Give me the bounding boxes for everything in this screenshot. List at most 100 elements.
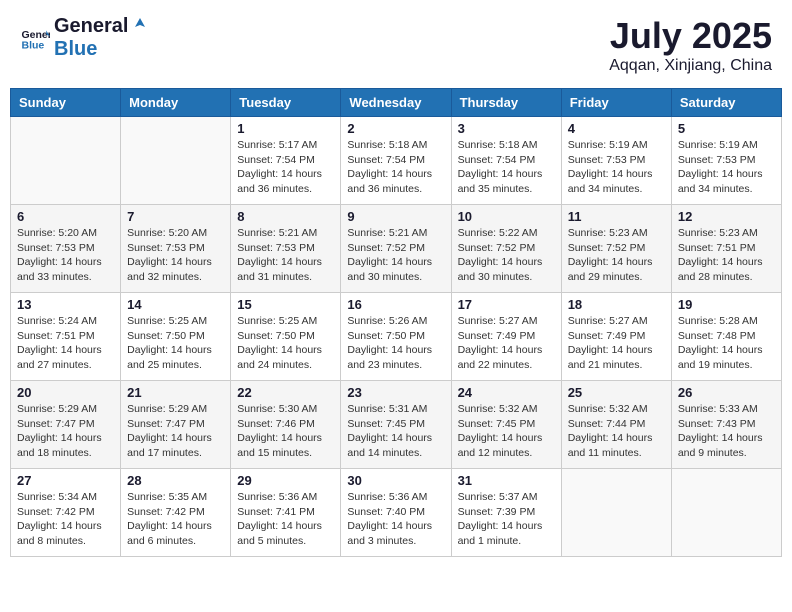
calendar-cell: 6 Sunrise: 5:20 AMSunset: 7:53 PMDaylight…	[11, 205, 121, 293]
cell-info: Sunrise: 5:28 AMSunset: 7:48 PMDaylight:…	[678, 314, 775, 373]
calendar-cell: 23 Sunrise: 5:31 AMSunset: 7:45 PMDayligh…	[341, 381, 451, 469]
calendar-cell: 14 Sunrise: 5:25 AMSunset: 7:50 PMDayligh…	[121, 293, 231, 381]
day-number: 13	[17, 297, 114, 312]
calendar-cell: 17 Sunrise: 5:27 AMSunset: 7:49 PMDayligh…	[451, 293, 561, 381]
cell-info: Sunrise: 5:18 AMSunset: 7:54 PMDaylight:…	[458, 138, 555, 197]
calendar-week-row: 1Sunrise: 5:17 AMSunset: 7:54 PMDaylight…	[11, 117, 782, 205]
cell-info: Sunrise: 5:29 AMSunset: 7:47 PMDaylight:…	[127, 402, 224, 461]
cell-info: Sunrise: 5:27 AMSunset: 7:49 PMDaylight:…	[458, 314, 555, 373]
calendar-cell: 28 Sunrise: 5:35 AMSunset: 7:42 PMDayligh…	[121, 469, 231, 557]
cell-info: Sunrise: 5:21 AMSunset: 7:52 PMDaylight:…	[347, 226, 444, 285]
day-number: 14	[127, 297, 224, 312]
cell-info: Sunrise: 5:36 AMSunset: 7:40 PMDaylight:…	[347, 490, 444, 549]
title-section: July 2025 Aqqan, Xinjiang, China	[609, 15, 772, 75]
weekday-header-row: SundayMondayTuesdayWednesdayThursdayFrid…	[11, 89, 782, 117]
svg-text:Blue: Blue	[22, 40, 45, 52]
day-number: 19	[678, 297, 775, 312]
calendar-cell: 27 Sunrise: 5:34 AMSunset: 7:42 PMDayligh…	[11, 469, 121, 557]
calendar-week-row: 6 Sunrise: 5:20 AMSunset: 7:53 PMDaylight…	[11, 205, 782, 293]
calendar-cell	[11, 117, 121, 205]
cell-info: Sunrise: 5:31 AMSunset: 7:45 PMDaylight:…	[347, 402, 444, 461]
month-year-title: July 2025	[609, 15, 772, 57]
logo: General Blue General Blue	[20, 15, 152, 61]
day-number: 27	[17, 473, 114, 488]
cell-info: Sunrise: 5:19 AMSunset: 7:53 PMDaylight:…	[678, 138, 775, 197]
day-number: 21	[127, 385, 224, 400]
day-number: 26	[678, 385, 775, 400]
page-header: General Blue General Blue July 2025 Aqqa…	[10, 10, 782, 80]
cell-info: Sunrise: 5:29 AMSunset: 7:47 PMDaylight:…	[17, 402, 114, 461]
day-number: 4	[568, 121, 665, 136]
calendar-week-row: 13 Sunrise: 5:24 AMSunset: 7:51 PMDayligh…	[11, 293, 782, 381]
calendar-cell: 26 Sunrise: 5:33 AMSunset: 7:43 PMDayligh…	[671, 381, 781, 469]
day-number: 18	[568, 297, 665, 312]
day-number: 28	[127, 473, 224, 488]
calendar-cell	[671, 469, 781, 557]
cell-info: Sunrise: 5:23 AMSunset: 7:51 PMDaylight:…	[678, 226, 775, 285]
calendar-cell: 12 Sunrise: 5:23 AMSunset: 7:51 PMDayligh…	[671, 205, 781, 293]
calendar-cell: 15Sunrise: 5:25 AMSunset: 7:50 PMDayligh…	[231, 293, 341, 381]
cell-info: Sunrise: 5:22 AMSunset: 7:52 PMDaylight:…	[458, 226, 555, 285]
location-subtitle: Aqqan, Xinjiang, China	[609, 57, 772, 75]
day-number: 23	[347, 385, 444, 400]
calendar-cell: 16 Sunrise: 5:26 AMSunset: 7:50 PMDayligh…	[341, 293, 451, 381]
day-number: 2	[347, 121, 444, 136]
calendar-cell: 22 Sunrise: 5:30 AMSunset: 7:46 PMDayligh…	[231, 381, 341, 469]
cell-info: Sunrise: 5:33 AMSunset: 7:43 PMDaylight:…	[678, 402, 775, 461]
day-number: 8	[237, 209, 334, 224]
weekday-header: Wednesday	[341, 89, 451, 117]
cell-info: Sunrise: 5:25 AMSunset: 7:50 PMDaylight:…	[127, 314, 224, 373]
calendar-cell: 7Sunrise: 5:20 AMSunset: 7:53 PMDaylight…	[121, 205, 231, 293]
weekday-header: Friday	[561, 89, 671, 117]
weekday-header: Sunday	[11, 89, 121, 117]
day-number: 12	[678, 209, 775, 224]
calendar-cell: 31 Sunrise: 5:37 AMSunset: 7:39 PMDayligh…	[451, 469, 561, 557]
calendar-cell: 20 Sunrise: 5:29 AMSunset: 7:47 PMDayligh…	[11, 381, 121, 469]
logo-icon: General Blue	[20, 23, 50, 53]
cell-info: Sunrise: 5:27 AMSunset: 7:49 PMDaylight:…	[568, 314, 665, 373]
weekday-header: Tuesday	[231, 89, 341, 117]
calendar-cell: 10 Sunrise: 5:22 AMSunset: 7:52 PMDayligh…	[451, 205, 561, 293]
cell-info: Sunrise: 5:30 AMSunset: 7:46 PMDaylight:…	[237, 402, 334, 461]
calendar-table: SundayMondayTuesdayWednesdayThursdayFrid…	[10, 88, 782, 557]
calendar-week-row: 27 Sunrise: 5:34 AMSunset: 7:42 PMDayligh…	[11, 469, 782, 557]
day-number: 5	[678, 121, 775, 136]
cell-info: Sunrise: 5:20 AMSunset: 7:53 PMDaylight:…	[17, 226, 114, 285]
weekday-header: Saturday	[671, 89, 781, 117]
cell-info: Sunrise: 5:35 AMSunset: 7:42 PMDaylight:…	[127, 490, 224, 549]
day-number: 9	[347, 209, 444, 224]
calendar-cell: 30Sunrise: 5:36 AMSunset: 7:40 PMDayligh…	[341, 469, 451, 557]
day-number: 22	[237, 385, 334, 400]
day-number: 24	[458, 385, 555, 400]
calendar-cell	[121, 117, 231, 205]
calendar-cell: 24Sunrise: 5:32 AMSunset: 7:45 PMDayligh…	[451, 381, 561, 469]
calendar-cell: 8 Sunrise: 5:21 AMSunset: 7:53 PMDaylight…	[231, 205, 341, 293]
cell-info: Sunrise: 5:37 AMSunset: 7:39 PMDaylight:…	[458, 490, 555, 549]
day-number: 16	[347, 297, 444, 312]
cell-info: Sunrise: 5:23 AMSunset: 7:52 PMDaylight:…	[568, 226, 665, 285]
calendar-cell: 4Sunrise: 5:19 AMSunset: 7:53 PMDaylight…	[561, 117, 671, 205]
calendar-cell: 2Sunrise: 5:18 AMSunset: 7:54 PMDaylight…	[341, 117, 451, 205]
cell-info: Sunrise: 5:34 AMSunset: 7:42 PMDaylight:…	[17, 490, 114, 549]
cell-info: Sunrise: 5:24 AMSunset: 7:51 PMDaylight:…	[17, 314, 114, 373]
day-number: 10	[458, 209, 555, 224]
calendar-cell: 1Sunrise: 5:17 AMSunset: 7:54 PMDaylight…	[231, 117, 341, 205]
cell-info: Sunrise: 5:36 AMSunset: 7:41 PMDaylight:…	[237, 490, 334, 549]
day-number: 25	[568, 385, 665, 400]
cell-info: Sunrise: 5:32 AMSunset: 7:44 PMDaylight:…	[568, 402, 665, 461]
calendar-cell: 9 Sunrise: 5:21 AMSunset: 7:52 PMDaylight…	[341, 205, 451, 293]
calendar-cell: 19 Sunrise: 5:28 AMSunset: 7:48 PMDayligh…	[671, 293, 781, 381]
cell-info: Sunrise: 5:21 AMSunset: 7:53 PMDaylight:…	[237, 226, 334, 285]
calendar-cell: 25 Sunrise: 5:32 AMSunset: 7:44 PMDayligh…	[561, 381, 671, 469]
day-number: 20	[17, 385, 114, 400]
calendar-cell: 21 Sunrise: 5:29 AMSunset: 7:47 PMDayligh…	[121, 381, 231, 469]
cell-info: Sunrise: 5:26 AMSunset: 7:50 PMDaylight:…	[347, 314, 444, 373]
day-number: 17	[458, 297, 555, 312]
calendar-cell: 18 Sunrise: 5:27 AMSunset: 7:49 PMDayligh…	[561, 293, 671, 381]
cell-info: Sunrise: 5:17 AMSunset: 7:54 PMDaylight:…	[237, 138, 334, 197]
day-number: 6	[17, 209, 114, 224]
logo-general-text: General	[54, 15, 128, 38]
day-number: 31	[458, 473, 555, 488]
day-number: 7	[127, 209, 224, 224]
calendar-week-row: 20 Sunrise: 5:29 AMSunset: 7:47 PMDayligh…	[11, 381, 782, 469]
